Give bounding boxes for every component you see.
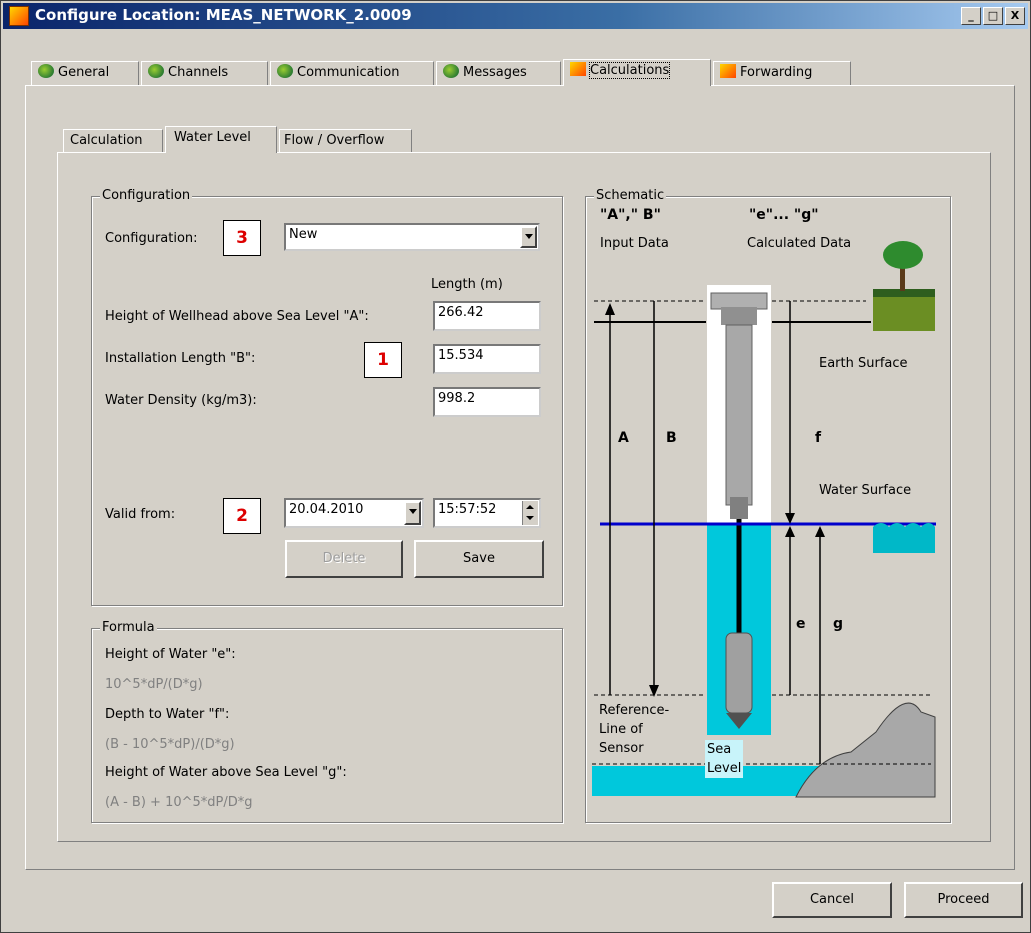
label-e: e [796, 616, 806, 632]
formula-f: (B - 10^5*dP)/(D*g) [105, 737, 235, 752]
subtab-water-level[interactable]: Water Level [165, 126, 277, 153]
label-f: f [815, 430, 822, 446]
callout-1: 1 [364, 342, 402, 378]
water-density-field[interactable]: 998.2 [433, 387, 541, 417]
close-button[interactable]: X [1005, 7, 1025, 25]
globe-icon [277, 64, 293, 78]
tab-channels[interactable]: Channels [141, 61, 268, 85]
configuration-group-label: Configuration [100, 188, 193, 203]
globe-icon [443, 64, 459, 78]
probe-head [710, 292, 768, 310]
wellhead-height-field[interactable]: 266.42 [433, 301, 541, 331]
chevron-down-icon[interactable] [404, 501, 421, 525]
time-spinner[interactable] [522, 501, 538, 525]
formula-group-label: Formula [100, 620, 157, 635]
tree-icon [883, 241, 923, 269]
water-surface-label: Water Surface [819, 483, 912, 498]
pressure-sensor [725, 632, 753, 714]
probe-body [725, 324, 753, 506]
window-title: Configure Location: MEAS_NETWORK_2.0009 [35, 6, 412, 24]
arrow-f-head [785, 513, 795, 524]
app-icon [9, 6, 29, 26]
arrow-e-head [785, 526, 795, 537]
chevron-down-icon[interactable] [520, 226, 537, 248]
valid-date-value: 20.04.2010 [289, 502, 364, 517]
tab-general[interactable]: General [31, 61, 139, 85]
globe-icon [148, 64, 164, 78]
sea-level-2: Level [707, 761, 742, 776]
globe-icon [38, 64, 54, 78]
save-button[interactable]: Save [414, 540, 544, 578]
valid-time-field[interactable]: 15:57:52 [433, 498, 541, 528]
tab-calculations[interactable]: Calculations [563, 59, 711, 86]
label-a: A [618, 430, 629, 446]
minimize-button[interactable]: _ [961, 7, 981, 25]
configuration-select-value: New [289, 227, 318, 242]
input-letters: "A"," B" [600, 207, 661, 223]
tab-label: Forwarding [740, 65, 813, 80]
formula-e: 10^5*dP/(D*g) [105, 677, 203, 692]
tab-label: General [58, 65, 110, 80]
wellhead-label: Height of Wellhead above Sea Level "A": [105, 309, 369, 324]
label-g: g [833, 616, 844, 632]
valid-date-picker[interactable]: 20.04.2010 [284, 498, 424, 528]
sea-level-label: Sea Level [705, 740, 744, 778]
installation-length-label: Installation Length "B": [105, 351, 256, 366]
tab-label: Channels [168, 65, 229, 80]
reference-line-label: Reference- Line of Sensor [599, 701, 669, 758]
spin-down-icon[interactable] [526, 516, 534, 520]
length-header: Length (m) [431, 277, 503, 292]
water-waves [873, 523, 935, 553]
label-b: B [666, 430, 677, 446]
arrow-a-head [605, 303, 615, 315]
tab-communication[interactable]: Communication [270, 61, 434, 85]
callout-2: 2 [223, 498, 261, 534]
subtab-calculation[interactable]: Calculation [63, 129, 163, 153]
callout-3: 3 [223, 220, 261, 256]
calculated-letters: "e"... "g" [749, 207, 819, 223]
tab-label: Messages [463, 65, 527, 80]
probe-connector [730, 497, 748, 519]
sea-level-1: Sea [707, 742, 732, 757]
tab-label: Communication [297, 65, 400, 80]
formula-e-label: Height of Water "e": [105, 647, 236, 662]
formula-g-label: Height of Water above Sea Level "g": [105, 765, 347, 780]
formula-g: (A - B) + 10^5*dP/D*g [105, 795, 253, 810]
input-data-caption: Input Data [600, 236, 669, 251]
tab-messages[interactable]: Messages [436, 61, 561, 85]
ref-line-3: Sensor [599, 741, 644, 756]
calculated-data-caption: Calculated Data [747, 236, 852, 251]
tab-label: Calculations [588, 62, 671, 79]
installation-length-field[interactable]: 15.534 [433, 344, 541, 374]
proceed-button[interactable]: Proceed [904, 882, 1023, 918]
formula-f-label: Depth to Water "f": [105, 707, 230, 722]
calculator-icon [570, 62, 586, 76]
delete-button[interactable]: Delete [285, 540, 403, 578]
valid-from-label: Valid from: [105, 507, 176, 522]
maximize-button[interactable]: □ [983, 7, 1003, 25]
ref-line-1: Reference- [599, 703, 670, 718]
configuration-select[interactable]: New [284, 223, 540, 251]
ref-line-2: Line of [599, 722, 643, 737]
calculator-icon [720, 64, 736, 78]
tab-forwarding[interactable]: Forwarding [713, 61, 851, 85]
valid-time-value: 15:57:52 [438, 502, 497, 517]
probe-cap [721, 307, 757, 325]
cliff [795, 702, 936, 798]
water-density-label: Water Density (kg/m3): [105, 393, 257, 408]
cancel-button[interactable]: Cancel [772, 882, 892, 918]
dialog-window: Configure Location: MEAS_NETWORK_2.0009 … [0, 0, 1031, 933]
subtab-flow-overflow[interactable]: Flow / Overflow [279, 129, 412, 153]
configuration-label: Configuration: [105, 231, 198, 246]
arrow-g-head [815, 526, 825, 537]
spin-up-icon[interactable] [526, 505, 534, 509]
earth-surface-label: Earth Surface [819, 356, 908, 371]
title-bar[interactable]: Configure Location: MEAS_NETWORK_2.0009 … [3, 3, 1028, 29]
